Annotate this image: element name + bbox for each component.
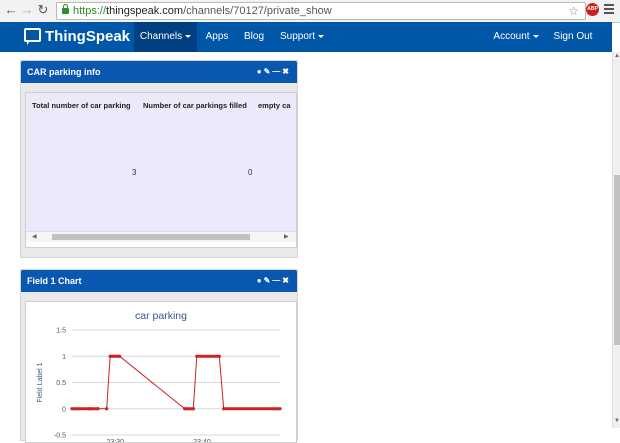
browser-toolbar: ← → ↻ https://thingspeak.com/channels/70… bbox=[0, 0, 620, 23]
address-bar[interactable]: https://thingspeak.com/channels/70127/pr… bbox=[56, 2, 586, 20]
field-1-line-chart: car parking Field Label 1 1.5 1 0.5 0 -0.5 23:3… bbox=[37, 310, 282, 442]
column-header: Total number of car parking bbox=[32, 101, 131, 110]
y-tick-label: 0 bbox=[62, 406, 66, 413]
speech-bubble-icon bbox=[24, 28, 41, 45]
chart-container: car parking Field Label 1 1.5 1 0.5 0 -0.5 23:3… bbox=[25, 301, 297, 443]
reload-icon[interactable]: ↻ bbox=[36, 3, 50, 17]
edit-pencil-icon[interactable]: ✎ bbox=[264, 276, 273, 285]
data-point bbox=[105, 407, 109, 411]
panel-header: Field 1 Chart ●✎—✖ bbox=[21, 270, 297, 292]
brand-name: ThingSpeak bbox=[45, 28, 131, 45]
column-header: Number of car parkings filled bbox=[143, 101, 247, 110]
bookmark-star-icon[interactable]: ☆ bbox=[568, 3, 579, 19]
nav-channels[interactable]: Channels bbox=[134, 22, 197, 52]
scroll-thumb[interactable] bbox=[52, 234, 250, 240]
scroll-left-icon[interactable]: ◀ bbox=[32, 232, 37, 242]
nav-support-label: Support bbox=[279, 31, 316, 42]
parking-table-container: Total number of car parking Number of ca… bbox=[25, 92, 297, 248]
chart-title: car parking bbox=[135, 310, 187, 322]
table-horizontal-scrollbar[interactable]: ◀ ▶ bbox=[26, 231, 296, 242]
edit-pencil-icon[interactable]: ✎ bbox=[264, 67, 273, 76]
back-arrow-icon[interactable]: ← bbox=[4, 3, 18, 17]
comment-icon[interactable]: ● bbox=[257, 276, 264, 285]
forward-arrow-icon[interactable]: → bbox=[20, 3, 34, 17]
column-header: empty ca bbox=[258, 101, 291, 110]
page-scrollbar[interactable]: ▲ ▼ bbox=[612, 52, 620, 428]
nav-sign-out-label: Sign Out bbox=[553, 31, 593, 42]
nav-channels-label: Channels bbox=[139, 31, 183, 42]
y-tick-label: 1.5 bbox=[56, 328, 66, 335]
nav-account-label: Account bbox=[493, 31, 530, 42]
panel-title: CAR parking info bbox=[27, 67, 101, 77]
nav-apps[interactable]: Apps bbox=[200, 22, 234, 52]
minimize-icon[interactable]: — bbox=[272, 67, 282, 76]
close-icon[interactable]: ✖ bbox=[282, 67, 291, 76]
lock-icon bbox=[62, 4, 69, 14]
parking-table: Total number of car parking Number of ca… bbox=[26, 93, 296, 231]
url-host: thingspeak.com bbox=[106, 5, 184, 17]
field-1-chart-panel: Field 1 Chart ●✎—✖ car parking Field Labe… bbox=[20, 269, 298, 443]
site-navbar: ThingSpeak Channels Apps Blog Support Ac… bbox=[0, 22, 612, 52]
url-path: /channels/70127/private_show bbox=[183, 5, 332, 17]
panel-title: Field 1 Chart bbox=[27, 276, 82, 286]
caret-down-icon bbox=[318, 34, 325, 38]
y-tick-label: -0.5 bbox=[54, 433, 66, 440]
minimize-icon[interactable]: — bbox=[272, 276, 282, 285]
close-icon[interactable]: ✖ bbox=[282, 276, 291, 285]
scroll-down-icon[interactable]: ▼ bbox=[614, 418, 620, 424]
adblock-icon[interactable]: ABP bbox=[586, 3, 599, 16]
panel-tools: ●✎—✖ bbox=[257, 61, 291, 83]
browser-menu-icon[interactable] bbox=[604, 4, 614, 16]
table-cell: 0 bbox=[248, 168, 253, 177]
brand-logo[interactable]: ThingSpeak bbox=[24, 27, 130, 47]
caret-down-icon bbox=[532, 34, 539, 38]
comment-icon[interactable]: ● bbox=[257, 67, 264, 76]
y-tick-label: 1 bbox=[62, 354, 66, 361]
nav-sign-out[interactable]: Sign Out bbox=[548, 22, 598, 52]
scroll-thumb[interactable] bbox=[614, 175, 620, 345]
y-axis-label: Field Label 1 bbox=[37, 362, 44, 402]
scroll-up-icon[interactable]: ▲ bbox=[614, 53, 620, 59]
scroll-right-icon[interactable]: ▶ bbox=[284, 232, 289, 242]
url-scheme: https:// bbox=[73, 5, 107, 17]
panel-tools: ●✎—✖ bbox=[257, 270, 291, 292]
table-cell: 3 bbox=[132, 168, 137, 177]
panel-header: CAR parking info ●✎—✖ bbox=[21, 61, 297, 83]
caret-down-icon bbox=[185, 34, 192, 38]
nav-blog-label: Blog bbox=[243, 31, 264, 42]
x-tick-label: 23:30 bbox=[107, 439, 125, 442]
x-tick-label: 23:40 bbox=[193, 439, 211, 442]
y-tick-label: 0.5 bbox=[56, 380, 66, 387]
nav-apps-label: Apps bbox=[205, 31, 229, 42]
nav-account[interactable]: Account bbox=[488, 22, 544, 52]
nav-support[interactable]: Support bbox=[274, 22, 330, 52]
nav-blog[interactable]: Blog bbox=[238, 22, 270, 52]
parking-info-panel: CAR parking info ●✎—✖ Total number of ca… bbox=[20, 60, 298, 258]
